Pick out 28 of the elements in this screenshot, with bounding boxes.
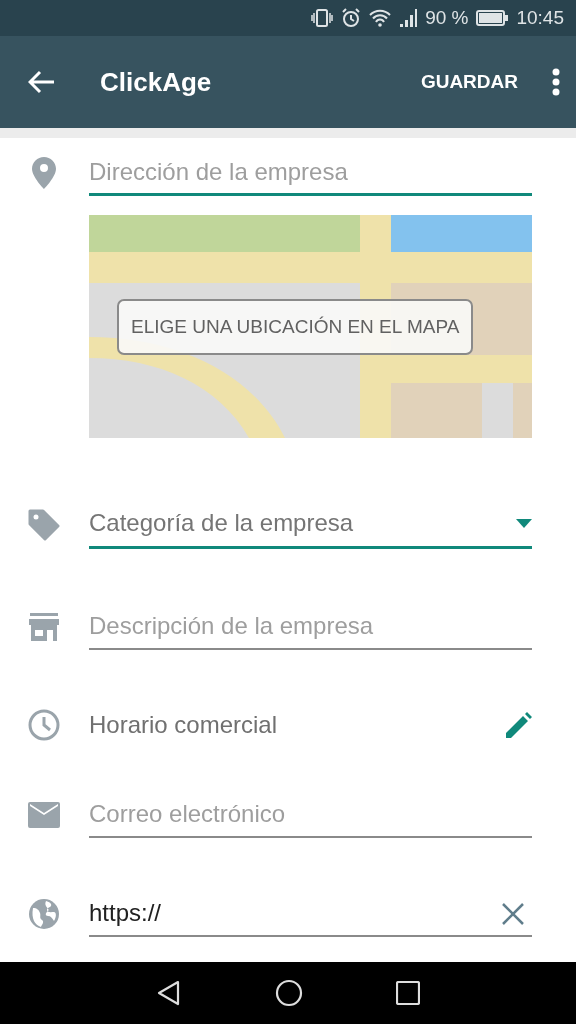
edit-pencil-icon[interactable] <box>506 712 532 738</box>
text-field[interactable]: Correo electrónico <box>89 792 532 838</box>
text-field[interactable]: Descripción de la empresa <box>89 604 532 650</box>
more-options-button[interactable] <box>552 68 560 96</box>
dropdown-field[interactable]: Categoría de la empresa <box>89 500 532 549</box>
location-pin-icon <box>32 157 56 189</box>
app-title: ClickAge <box>100 66 213 98</box>
home-circle-icon[interactable] <box>275 979 303 1007</box>
save-button[interactable]: GUARDAR <box>416 63 522 101</box>
globe-icon <box>28 898 60 930</box>
storefront-icon <box>29 613 59 641</box>
tag-icon <box>28 508 60 541</box>
clear-icon[interactable] <box>502 903 524 925</box>
business-hours-label: Horario comercial <box>89 711 279 739</box>
clock-icon <box>28 709 60 741</box>
envelope-icon <box>28 802 60 828</box>
dropdown-arrow-icon <box>516 518 532 528</box>
clock-time: 10:45 <box>516 7 564 29</box>
vibrate-icon <box>311 9 334 27</box>
alarm-icon <box>341 8 362 28</box>
text-field[interactable]: Dirección de la empresa <box>89 150 532 196</box>
battery-icon <box>476 10 509 26</box>
wifi-icon <box>369 9 392 27</box>
text-field[interactable]: https:// <box>89 891 532 937</box>
signal-icon <box>399 9 418 27</box>
choose-location-button[interactable]: ELIGE UNA UBICACIÓN EN EL MAPA <box>117 299 474 355</box>
battery-percentage: 90 % <box>425 7 469 29</box>
back-button[interactable] <box>28 70 56 94</box>
